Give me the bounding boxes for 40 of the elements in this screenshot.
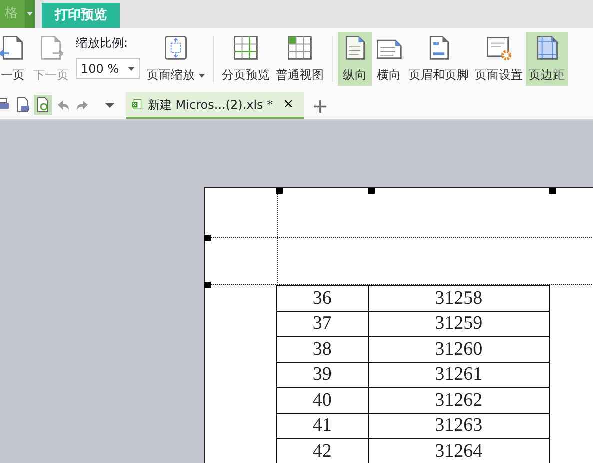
table-cell: 36 [276,286,368,311]
ribbon-button[interactable]: 页边距 [526,32,568,86]
close-button[interactable]: × [279,94,298,114]
zoom-label: 缩放比例: [76,35,130,52]
margin-handle[interactable] [204,282,211,288]
table-cell: 40 [276,388,368,413]
margin-handle[interactable] [204,235,211,241]
table-cell: 37 [276,311,368,336]
table-cell: 39 [276,362,368,388]
grid-icon [286,34,314,62]
ribbon-button[interactable]: 一页 [0,32,30,86]
table-cell: 31262 [368,388,550,413]
ribbon-button[interactable]: 页面设置 [472,32,526,86]
table-cell: 31259 [368,311,550,336]
document-tab-title: 新建 Micros...(2).xls * [148,96,274,114]
ribbon-button[interactable]: 普通视图 [272,32,327,86]
table-cell: 31258 [368,286,550,311]
document-tab[interactable]: 新建 Micros...(2).xls * × [126,92,304,119]
ribbon-button[interactable]: 页面缩放 [144,32,208,86]
margin-handle[interactable] [549,188,556,194]
ribbon-button[interactable]: 分页预览 [218,32,273,86]
table-cell: 42 [276,438,368,463]
ribbon-button[interactable]: 纵向 [338,32,372,86]
grid-icon [232,34,260,62]
table-cell: 31260 [368,336,550,362]
spreadsheet-icon [132,97,142,112]
margin-handle[interactable] [276,188,283,194]
preview-search-icon[interactable] [34,95,52,115]
table-cell: 38 [276,336,368,362]
margin-handle[interactable] [368,188,375,194]
page-gear-icon [484,34,513,62]
zoom-dropdown[interactable]: 100 % [76,58,140,79]
caret-icon [128,66,135,70]
ribbon-button[interactable]: 横向 [372,32,406,86]
new-tab-button[interactable]: + [308,96,333,119]
table-cell: 41 [276,413,368,438]
table-cell: 31263 [368,413,550,438]
table-cell: 31261 [368,362,550,388]
ribbon-button[interactable]: 页眉和页脚 [406,32,472,86]
caret-icon [198,74,205,78]
